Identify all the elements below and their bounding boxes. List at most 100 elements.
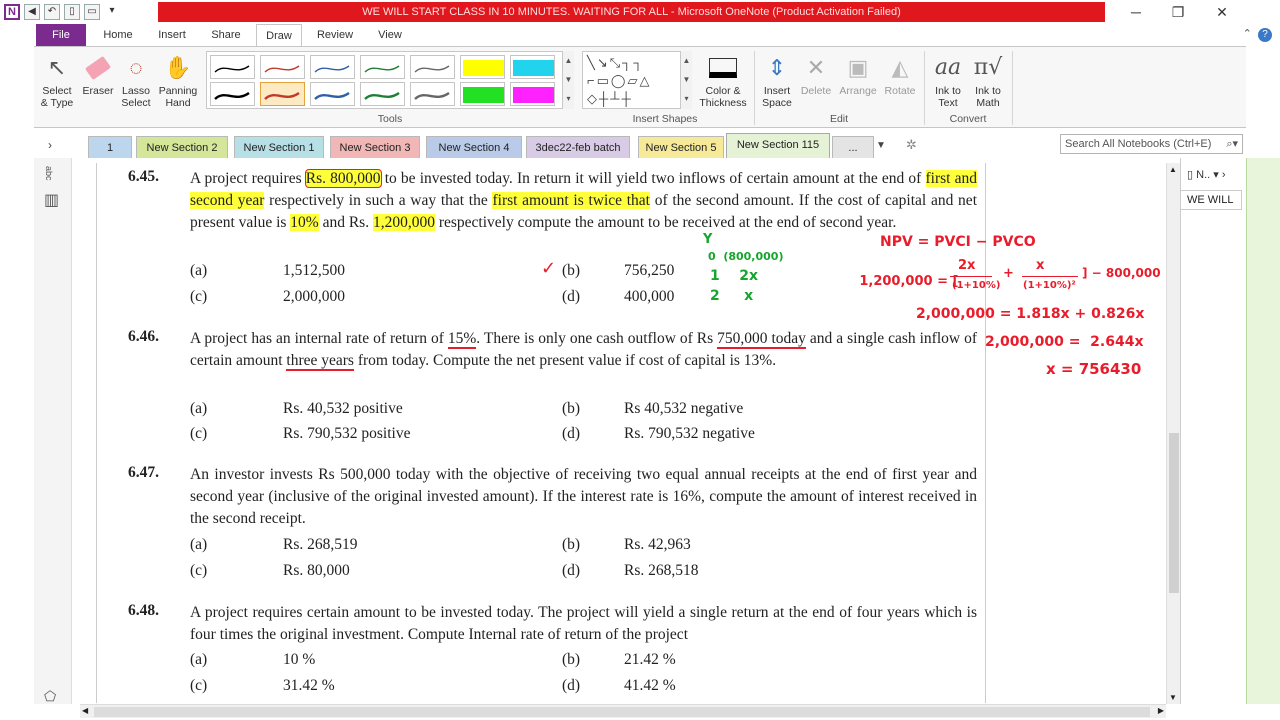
- restore-button[interactable]: ❐: [1158, 2, 1198, 22]
- color-thickness-button[interactable]: Color & Thickness: [698, 51, 748, 109]
- oval-icon[interactable]: ◯: [611, 73, 628, 88]
- section-tab[interactable]: ...: [832, 136, 874, 158]
- left-nav-strip: abc ▥ ⬠: [34, 158, 72, 704]
- pen-swatch[interactable]: [310, 55, 355, 79]
- pen-swatch[interactable]: [210, 82, 255, 106]
- panning-hand-button[interactable]: ✋ Panning Hand: [156, 51, 200, 110]
- option-label: (b): [562, 262, 581, 279]
- customize-dropdown-icon[interactable]: ▾: [104, 4, 120, 20]
- dock-icon[interactable]: ▯: [64, 4, 80, 20]
- section-tab[interactable]: 1: [88, 136, 132, 158]
- pen-swatch[interactable]: [460, 82, 505, 106]
- scroll-right-icon[interactable]: ▶: [1158, 706, 1164, 715]
- highlighted-text: 1,200,000: [372, 214, 435, 231]
- pen-swatch[interactable]: [360, 82, 405, 106]
- insert-space-button[interactable]: ⇕ Insert Space: [758, 51, 796, 110]
- pen-swatch[interactable]: [360, 55, 405, 79]
- lasso-select-button[interactable]: ◌ Lasso Select: [118, 51, 154, 110]
- ink-eq2: 2,000,000 = 1.818x + 0.826x: [916, 306, 1145, 322]
- pen-swatch[interactable]: [410, 82, 455, 106]
- full-page-icon[interactable]: ▭: [84, 4, 100, 20]
- notebook-icon[interactable]: ▥: [44, 190, 59, 210]
- option-value: Rs. 790,532 positive: [283, 425, 411, 442]
- connector-icon[interactable]: ┐: [622, 55, 633, 70]
- pen-swatch[interactable]: [310, 82, 355, 106]
- scroll-left-icon[interactable]: ◀: [82, 706, 88, 715]
- spell-check-icon[interactable]: abc: [44, 166, 54, 181]
- shapes-gallery[interactable]: ╲↘⤡┐┐ ⌐▭◯▱△ ◇┼┴┼: [582, 51, 692, 109]
- diamond-icon[interactable]: ◇: [587, 91, 599, 106]
- close-button[interactable]: ✕: [1202, 2, 1242, 22]
- option-label: (c): [190, 288, 208, 305]
- section-tab[interactable]: New Section 5: [638, 136, 724, 158]
- tab-insert[interactable]: Insert: [150, 24, 194, 46]
- question-text-run: . There is only one cash outflow of Rs: [476, 330, 718, 347]
- triangle-icon[interactable]: △: [639, 73, 651, 88]
- section-tab[interactable]: New Section 4: [426, 136, 522, 158]
- back-icon[interactable]: ◀: [24, 4, 40, 20]
- undo-icon[interactable]: ↶: [44, 4, 60, 20]
- ink-answer: x = 756430: [1046, 360, 1142, 378]
- tab-home[interactable]: Home: [96, 24, 140, 46]
- section-tab[interactable]: New Section 1: [234, 136, 324, 158]
- insert-space-icon: ⇕: [767, 55, 787, 80]
- curve-icon[interactable]: ⌐: [587, 73, 597, 88]
- horizontal-scrollbar[interactable]: ◀ ▶: [80, 704, 1166, 718]
- expand-nav-icon[interactable]: ›: [48, 138, 52, 152]
- ink-to-math-button[interactable]: π√ Ink to Math: [968, 51, 1008, 110]
- notebook-page-icon: ▯: [1187, 169, 1194, 181]
- notebook-dropdown[interactable]: ▯ N.. ▾ ›: [1187, 168, 1225, 181]
- tab-draw[interactable]: Draw: [256, 24, 302, 46]
- tab-view[interactable]: View: [368, 24, 412, 46]
- scroll-down-icon[interactable]: ▼: [1169, 693, 1177, 702]
- axis3-icon[interactable]: ┼: [621, 91, 632, 106]
- arrow-shape-icon[interactable]: ↘: [597, 55, 610, 70]
- vertical-scroll-thumb[interactable]: [1169, 433, 1179, 593]
- pen-swatch[interactable]: [410, 55, 455, 79]
- pen-swatch[interactable]: [510, 55, 555, 79]
- vertical-scrollbar[interactable]: ▲ ▼: [1166, 163, 1180, 704]
- pen-swatch[interactable]: [510, 82, 555, 106]
- double-arrow-icon[interactable]: ⤡: [610, 55, 622, 70]
- pen-swatch[interactable]: [260, 82, 305, 106]
- section-tab[interactable]: New Section 3: [330, 136, 420, 158]
- pen-swatch[interactable]: [260, 55, 305, 79]
- arrange-button[interactable]: ▣ Arrange: [836, 51, 880, 98]
- delete-button[interactable]: ✕ Delete: [798, 51, 834, 98]
- pen-swatch[interactable]: [460, 55, 505, 79]
- line-shape-icon[interactable]: ╲: [587, 55, 597, 70]
- shapes-gallery-scroll[interactable]: ▲ ▼ ▾: [680, 51, 692, 109]
- ink-to-text-button[interactable]: aa Ink to Text: [928, 51, 968, 110]
- collapse-ribbon-icon[interactable]: ⌃: [1243, 28, 1252, 40]
- question-text-run: respectively compute the amount to be re…: [434, 214, 897, 231]
- section-tab[interactable]: New Section 2: [136, 136, 228, 158]
- parallelogram-icon[interactable]: ▱: [627, 73, 639, 88]
- axis-icon[interactable]: ┼: [599, 91, 610, 106]
- tag-icon[interactable]: ⬠: [44, 688, 56, 705]
- question-text-run: and Rs.: [318, 214, 373, 231]
- search-icon[interactable]: ⌕▾: [1226, 135, 1238, 153]
- help-icon[interactable]: ?: [1258, 28, 1272, 42]
- axis2-icon[interactable]: ┴: [610, 91, 621, 106]
- select-type-button[interactable]: ↖ Select & Type: [38, 51, 76, 110]
- eraser-button[interactable]: Eraser: [80, 51, 116, 97]
- section-tab[interactable]: 3dec22-feb batch: [526, 136, 630, 158]
- page-tab-we-will[interactable]: WE WILL: [1180, 190, 1242, 210]
- more-sections-dropdown-icon[interactable]: ▼: [876, 140, 886, 151]
- pen-gallery-scroll[interactable]: ▲ ▼ ▾: [562, 51, 574, 109]
- scroll-up-icon[interactable]: ▲: [1169, 165, 1177, 174]
- minimize-button[interactable]: ─: [1116, 2, 1156, 22]
- tab-review[interactable]: Review: [312, 24, 358, 46]
- option-label: (b): [562, 400, 581, 417]
- pen-swatch[interactable]: [210, 55, 255, 79]
- horizontal-scroll-thumb[interactable]: [94, 707, 1150, 717]
- new-section-icon[interactable]: ✲: [906, 137, 917, 153]
- section-tab[interactable]: New Section 115: [726, 133, 830, 158]
- elbow-arrow-icon[interactable]: ┐: [633, 55, 644, 70]
- tab-share[interactable]: Share: [204, 24, 248, 46]
- rotate-button[interactable]: ◭ Rotate: [880, 51, 920, 98]
- search-notebooks-input[interactable]: Search All Notebooks (Ctrl+E) ⌕▾: [1060, 134, 1243, 154]
- option-label: (d): [562, 562, 581, 579]
- tab-file[interactable]: File: [36, 24, 86, 46]
- rectangle-icon[interactable]: ▭: [597, 73, 611, 88]
